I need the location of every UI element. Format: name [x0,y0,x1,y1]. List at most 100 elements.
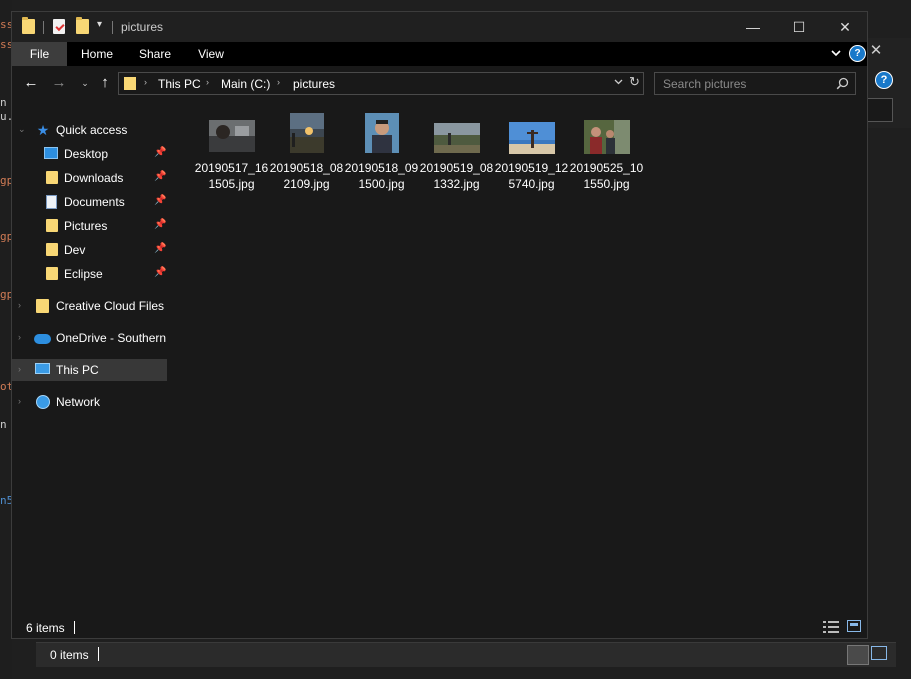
file-item[interactable]: 20190517_161505.jpg [194,110,269,191]
new-folder-icon[interactable] [76,17,89,34]
nav-item-label: OneDrive - Southern [56,331,167,345]
nav-item-desktop[interactable]: Desktop 📌 [12,143,167,165]
nav-item-network[interactable]: › Network [12,391,167,413]
nav-item-label: Dev [64,243,86,257]
file-item[interactable]: 20190519_125740.jpg [494,110,569,191]
nav-item-this-pc[interactable]: › This PC [12,359,167,381]
nav-item-quick-access[interactable]: ⌄ ★ Quick access [12,119,167,141]
breadcrumb-this-pc[interactable]: This PC [158,77,201,91]
star-icon: ★ [36,122,50,138]
item-count: 6 items [26,621,65,635]
chevron-right-icon[interactable]: › [18,396,21,406]
file-item[interactable]: 20190518_091500.jpg [344,110,419,191]
breadcrumb-separator[interactable]: › [206,77,209,87]
search-input[interactable] [655,73,838,94]
file-list: 20190517_161505.jpg 20190518_082109.jpg … [169,102,867,616]
tab-share[interactable]: Share [130,42,180,66]
background-code-fragment: n [0,418,7,431]
breadcrumb-main-c[interactable]: Main (C:) [221,77,270,91]
refresh-icon[interactable]: ↻ [629,74,640,90]
chevron-down-icon[interactable] [829,46,843,60]
file-name: 20190525_101550.jpg [569,161,644,191]
folder-icon [124,77,136,90]
pin-icon: 📌 [154,195,167,206]
nav-item-creative-cloud-files[interactable]: › Creative Cloud Files [12,295,167,317]
customize-quick-access-icon[interactable]: ▾ [97,19,102,30]
recent-locations-button[interactable]: ⌄ [76,74,94,92]
title-bar[interactable]: ▾ pictures — ☐ ✕ [12,12,867,42]
minimize-button[interactable]: — [730,12,776,42]
file-name: 20190519_125740.jpg [494,161,569,191]
background-code-fragment: n [0,96,7,109]
image-thumbnail [208,120,255,152]
tab-file[interactable]: File [12,42,67,66]
file-explorer-window: ▾ pictures — ☐ ✕ File Home Share View ? … [11,11,868,639]
background-details-view-icon[interactable] [847,645,869,665]
maximize-button[interactable]: ☐ [776,12,822,42]
nav-item-dev[interactable]: Dev 📌 [12,239,167,261]
nav-item-documents[interactable]: Documents 📌 [12,191,167,213]
chevron-right-icon[interactable]: › [18,332,21,342]
up-button[interactable]: ↑ [96,74,114,92]
nav-item-label: Pictures [64,219,108,233]
nav-item-label: Downloads [64,171,124,185]
details-view-icon[interactable] [823,620,839,634]
nav-item-label: Documents [64,195,125,209]
status-separator [98,647,99,661]
nav-item-label: Network [56,395,101,409]
pin-icon: 📌 [154,267,167,278]
image-thumbnail [433,123,480,153]
pin-icon: 📌 [154,219,167,230]
close-button[interactable]: ✕ [822,12,868,42]
status-bar: 6 items [12,616,867,638]
tab-home[interactable]: Home [72,42,122,66]
background-large-icons-view-icon[interactable] [871,646,887,660]
image-thumbnail [508,122,555,154]
address-dropdown-icon[interactable] [613,76,624,89]
chevron-down-icon[interactable]: ⌄ [18,124,26,135]
help-icon[interactable]: ? [849,45,866,62]
breadcrumb-separator[interactable]: › [144,77,147,87]
creative-cloud-icon [36,299,49,313]
search-icon[interactable] [836,77,849,90]
image-thumbnail [289,113,324,153]
folder-icon [46,243,58,256]
image-thumbnail [364,113,399,153]
file-item[interactable]: 20190519_081332.jpg [419,110,494,191]
large-icons-view-icon[interactable] [847,620,861,632]
file-item[interactable]: 20190525_101550.jpg [569,110,644,191]
breadcrumb-pictures[interactable]: pictures [293,77,335,91]
window-title: pictures [121,20,164,34]
properties-icon[interactable] [53,19,65,34]
nav-item-onedrive[interactable]: › OneDrive - Southern [12,327,167,349]
onedrive-icon [34,334,51,344]
file-item[interactable]: 20190518_082109.jpg [269,110,344,191]
documents-icon [46,195,57,209]
nav-item-downloads[interactable]: Downloads 📌 [12,167,167,189]
background-close-icon[interactable]: ✕ [866,40,886,62]
file-name: 20190519_081332.jpg [419,161,494,191]
toolbar-separator [43,21,44,34]
address-row: ← → ⌄ ↑ › This PC › Main (C:) › pictures… [12,66,867,102]
nav-item-label: Quick access [56,123,128,137]
ribbon-tabs: File Home Share View ? [12,42,867,66]
nav-item-label: Desktop [64,147,109,161]
chevron-right-icon[interactable]: › [18,364,21,374]
background-search-box[interactable] [868,98,893,122]
desktop-icon [44,147,58,159]
pin-icon: 📌 [154,171,167,182]
nav-item-label: This PC [56,363,99,377]
toolbar-separator [112,21,113,34]
background-help-icon[interactable]: ? [875,71,893,89]
tab-view[interactable]: View [188,42,234,66]
search-box[interactable] [654,72,856,95]
chevron-right-icon[interactable]: › [18,300,21,310]
nav-item-eclipse[interactable]: Eclipse 📌 [12,263,167,285]
nav-item-label: Creative Cloud Files [56,299,165,313]
breadcrumb-separator[interactable]: › [277,77,280,87]
address-bar[interactable]: › This PC › Main (C:) › pictures ↻ [118,72,644,95]
pin-icon: 📌 [154,243,167,254]
forward-button[interactable]: → [50,74,68,92]
nav-item-pictures[interactable]: Pictures 📌 [12,215,167,237]
back-button[interactable]: ← [22,74,40,92]
